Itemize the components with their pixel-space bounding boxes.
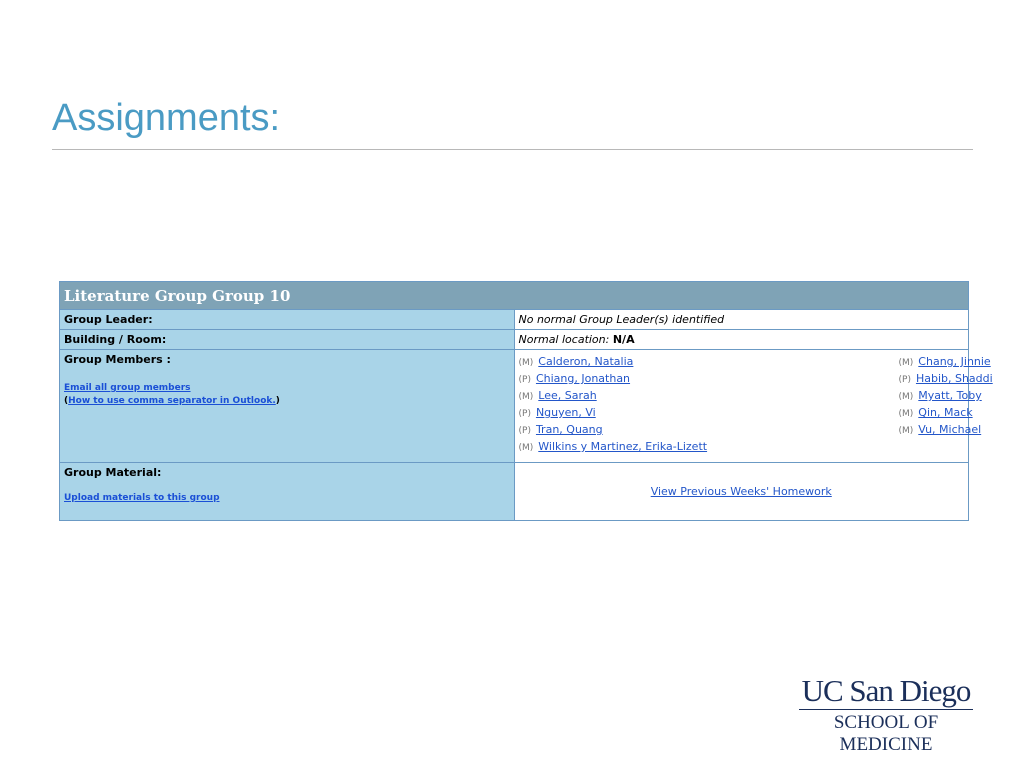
- members-right-column: (M) Chang, Jinnie (P) Habib, Shaddi (M) Mya…: [899, 353, 1024, 455]
- member-item: (M) Chang, Jinnie: [899, 353, 1024, 370]
- title-divider: [52, 149, 973, 150]
- email-all-members-link[interactable]: Email all group members: [64, 383, 191, 393]
- group-members-value-cell: (M) Calderon, Natalia (P) Chiang, Jonathan…: [513, 349, 993, 463]
- member-item: (P) Tran, Quang: [519, 421, 899, 438]
- member-item: (P) Nguyen, Vi: [519, 404, 899, 421]
- member-item: (P) Chiang, Jonathan: [519, 370, 899, 387]
- group-leader-label: Group Leader:: [64, 313, 153, 326]
- member-role: (M): [898, 426, 914, 436]
- logo-line-2: SCHOOL OF MEDICINE: [833, 712, 939, 755]
- building-room-prefix: Normal location:: [518, 333, 610, 346]
- member-link[interactable]: Vu, Michael: [918, 423, 981, 436]
- member-role: (M): [518, 358, 534, 368]
- member-item: (M) Qin, Mack: [899, 404, 1024, 421]
- group-members-label-cell: Group Members : Email all group members …: [59, 349, 515, 463]
- group-material-label: Group Material:: [64, 466, 162, 479]
- group-material-label-cell: Group Material: Upload materials to this…: [59, 462, 515, 521]
- member-role: (P): [518, 426, 531, 436]
- paren-close: ): [275, 396, 280, 406]
- building-room-value-cell: Normal location: N/A: [513, 329, 969, 350]
- member-role: (M): [518, 392, 534, 402]
- group-table: Literature Group Group 10 Group Leader: …: [59, 281, 993, 521]
- member-role: (M): [898, 409, 914, 419]
- group-members-label: Group Members :: [64, 353, 171, 366]
- member-link[interactable]: Calderon, Natalia: [538, 355, 633, 368]
- members-list: (M) Calderon, Natalia (P) Chiang, Jonathan…: [519, 353, 993, 455]
- member-role: (P): [898, 375, 911, 385]
- outlook-howto-link[interactable]: How to use comma separator in Outlook.: [68, 396, 276, 406]
- member-item: (M) Myatt, Toby: [899, 387, 1024, 404]
- upload-materials-link[interactable]: Upload materials to this group: [64, 493, 220, 503]
- member-item: (M) Calderon, Natalia: [519, 353, 899, 370]
- view-homework-link[interactable]: View Previous Weeks' Homework: [651, 485, 832, 498]
- member-link[interactable]: Habib, Shaddi: [916, 372, 993, 385]
- slide-title: Assignments:: [52, 97, 281, 139]
- logo-line-1: UC San Diego: [801, 673, 972, 708]
- member-link[interactable]: Nguyen, Vi: [536, 406, 596, 419]
- member-role: (P): [518, 409, 531, 419]
- group-leader-row: Group Leader: No normal Group Leader(s) …: [59, 309, 969, 330]
- building-room-label-cell: Building / Room:: [59, 329, 515, 350]
- table-header: Literature Group Group 10: [59, 281, 969, 310]
- member-link[interactable]: Chiang, Jonathan: [536, 372, 630, 385]
- building-room-value: N/A: [612, 333, 635, 346]
- member-link[interactable]: Lee, Sarah: [538, 389, 596, 402]
- member-role: (M): [518, 443, 534, 453]
- member-link[interactable]: Tran, Quang: [536, 423, 603, 436]
- member-link[interactable]: Chang, Jinnie: [918, 355, 990, 368]
- logo-divider: [799, 709, 973, 710]
- member-item: (M) Vu, Michael: [899, 421, 1024, 438]
- member-link[interactable]: Myatt, Toby: [918, 389, 981, 402]
- member-role: (P): [518, 375, 531, 385]
- group-material-row: Group Material: Upload materials to this…: [59, 462, 969, 521]
- member-item: (M) Wilkins y Martinez, Erika-Lizett: [519, 438, 899, 455]
- group-leader-label-cell: Group Leader:: [59, 309, 515, 330]
- group-material-value-cell: View Previous Weeks' Homework: [513, 462, 969, 521]
- member-role: (M): [898, 358, 914, 368]
- building-room-label: Building / Room:: [64, 333, 167, 346]
- members-left-column: (M) Calderon, Natalia (P) Chiang, Jonathan…: [519, 353, 899, 455]
- member-link[interactable]: Qin, Mack: [918, 406, 972, 419]
- member-link[interactable]: Wilkins y Martinez, Erika-Lizett: [538, 440, 707, 453]
- group-members-row: Group Members : Email all group members …: [59, 349, 993, 463]
- building-room-row: Building / Room: Normal location: N/A: [59, 329, 969, 350]
- group-leader-value: No normal Group Leader(s) identified: [513, 309, 969, 330]
- ucsd-som-logo: UC San Diego SCHOOL OF MEDICINE: [798, 673, 974, 756]
- member-item: (M) Lee, Sarah: [519, 387, 899, 404]
- member-role: (M): [898, 392, 914, 402]
- member-item: (P) Habib, Shaddi: [899, 370, 1024, 387]
